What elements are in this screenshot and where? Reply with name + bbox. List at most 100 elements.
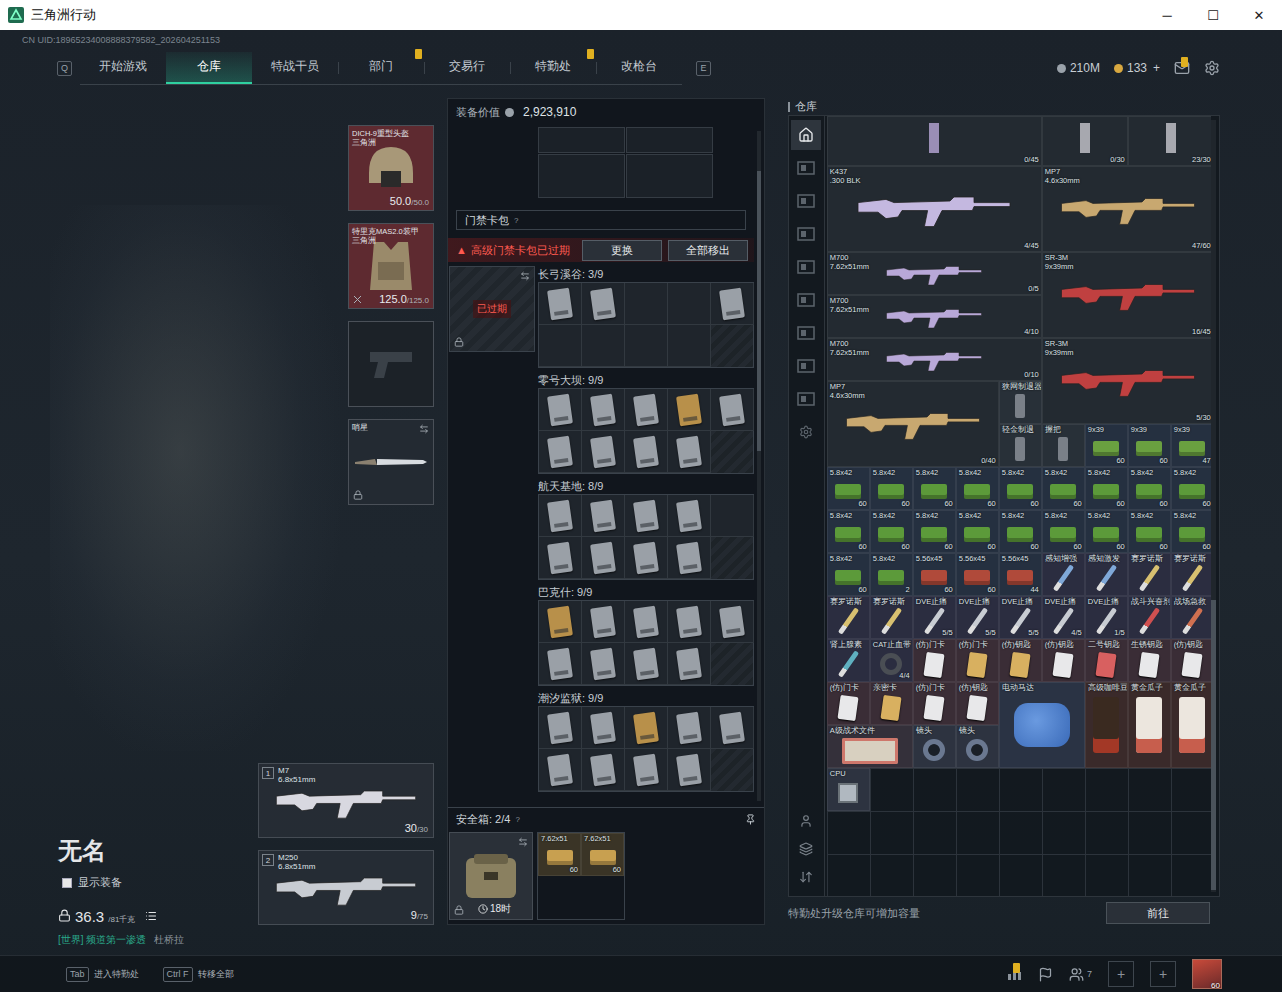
keycard-slot[interactable] (668, 643, 711, 685)
keycard-slot[interactable] (625, 389, 668, 431)
warehouse-item[interactable]: 战场急救 (1171, 596, 1211, 639)
warehouse-tool[interactable] (799, 814, 813, 832)
keycard-slot[interactable] (711, 389, 754, 431)
keycard-slot[interactable] (668, 749, 711, 791)
keycard-slot[interactable] (711, 707, 754, 749)
weapon-item[interactable]: M7007.62x51mm4/10 (827, 295, 1042, 338)
warehouse-tab[interactable] (791, 120, 821, 150)
warehouse-item[interactable]: (仿)门卡 (827, 682, 870, 725)
keycard-slot[interactable] (668, 707, 711, 749)
warehouse-item[interactable]: 黄金瓜子 (1128, 682, 1171, 768)
keycard-slot[interactable] (625, 749, 668, 791)
warehouse-item[interactable]: 轻金制退 (999, 424, 1042, 467)
settings-button[interactable] (1204, 60, 1220, 76)
weapon-item[interactable]: MP74.6x30mm0/40 (827, 381, 999, 467)
stats-button[interactable] (1006, 966, 1022, 982)
warehouse-item[interactable]: 5.56x4560 (913, 553, 956, 596)
warehouse-item[interactable]: 镜头 (913, 725, 956, 768)
nav-tab[interactable]: 交易行 (424, 52, 510, 84)
warehouse-item[interactable]: 5.8x4260 (1042, 510, 1085, 553)
warehouse-item[interactable]: CPU (827, 768, 870, 811)
warehouse-item[interactable]: 5.8x4260 (913, 467, 956, 510)
keycard-slot[interactable] (668, 495, 711, 537)
safe-box[interactable]: 18时 (449, 832, 533, 920)
keycard-case-slot[interactable]: 已过期 (449, 266, 535, 352)
warehouse-item[interactable]: DVE止痛5/5 (913, 596, 956, 639)
key-hint[interactable]: Ctrl F转移全部 (163, 967, 234, 982)
keycard-slot[interactable] (582, 643, 625, 685)
scrollbar[interactable] (757, 131, 761, 801)
weapon-item[interactable]: SR-3M9x39mm16/45 (1042, 252, 1211, 338)
keycard-slot[interactable] (625, 643, 668, 685)
weapon-slot[interactable]: 2M2506.8x51mm9/75 (258, 850, 434, 925)
warehouse-item[interactable]: 5.56x4560 (956, 553, 999, 596)
warehouse-tab[interactable] (791, 153, 821, 183)
warehouse-item[interactable]: 5.8x4260 (870, 467, 913, 510)
keycard-slot[interactable] (539, 495, 582, 537)
nav-tab[interactable]: 部门 (338, 52, 424, 84)
warehouse-item[interactable]: 5.8x4260 (1171, 510, 1211, 553)
nav-tab[interactable]: 开始游戏 (80, 52, 166, 84)
warehouse-item[interactable]: 赛罗诺斯 (870, 596, 913, 639)
action-button[interactable]: 全部移出 (668, 240, 748, 261)
warehouse-tool[interactable] (799, 870, 813, 888)
add-teammate-button[interactable]: + (1150, 961, 1176, 987)
keycard-slot[interactable] (625, 537, 668, 579)
keycard-slot[interactable] (539, 707, 582, 749)
warehouse-item[interactable]: 9x3947 (1171, 424, 1211, 467)
warehouse-item[interactable]: 高级咖啡豆 (1085, 682, 1128, 768)
warehouse-item[interactable]: (仿)门卡 (913, 682, 956, 725)
weapon-item[interactable]: MP74.6x30mm47/60 (1042, 166, 1211, 252)
warehouse-item[interactable]: 23/30 (1128, 116, 1211, 166)
warehouse-item[interactable]: (仿)钥匙 (1042, 639, 1085, 682)
warehouse-item[interactable]: DVE止痛4/5 (1042, 596, 1085, 639)
warehouse-item[interactable]: 5.8x4260 (1171, 467, 1211, 510)
scrollbar[interactable] (1211, 120, 1216, 892)
warehouse-item[interactable]: 5.8x4260 (1128, 510, 1171, 553)
safe-item[interactable]: 7.62x5160 (581, 833, 624, 876)
melee-slot[interactable]: 哨星 (348, 419, 434, 505)
weapon-item[interactable]: M7007.62x51mm0/10 (827, 338, 1042, 381)
keycard-slot[interactable] (582, 325, 625, 367)
warehouse-item[interactable]: 握把 (1042, 424, 1085, 467)
pistol-slot[interactable] (348, 321, 434, 407)
warehouse-item[interactable]: 二号钥匙 (1085, 639, 1128, 682)
nav-tab[interactable]: 仓库 (166, 52, 252, 84)
nav-tab[interactable]: 特战干员 (252, 52, 338, 84)
keycard-slot[interactable] (625, 495, 668, 537)
keycard-slot[interactable] (582, 431, 625, 473)
add-coupons-button[interactable]: + (1153, 61, 1160, 75)
warehouse-item[interactable]: 5.56x4544 (999, 553, 1042, 596)
warehouse-item[interactable]: 5.8x4260 (913, 510, 956, 553)
keycard-slot[interactable] (668, 283, 711, 325)
keycard-slot[interactable] (625, 431, 668, 473)
warehouse-item[interactable]: 0/45 (827, 116, 1042, 166)
window-control-button[interactable]: ─ (1144, 0, 1190, 30)
action-button[interactable]: 更换 (582, 240, 662, 261)
warehouse-item[interactable]: 生锈钥匙 (1128, 639, 1171, 682)
keycard-slot[interactable] (539, 283, 582, 325)
mail-button[interactable] (1174, 60, 1190, 76)
weapon-item[interactable]: SR-3M9x39mm5/30 (1042, 338, 1211, 424)
keycard-slot[interactable] (539, 431, 582, 473)
warehouse-item[interactable]: 亲密卡 (870, 682, 913, 725)
warehouse-item[interactable]: 5.8x4260 (1085, 467, 1128, 510)
warehouse-item[interactable]: 5.8x4260 (999, 467, 1042, 510)
warehouse-tool[interactable] (799, 842, 813, 860)
warehouse-item[interactable]: 0/30 (1042, 116, 1128, 166)
warehouse-item[interactable]: 战斗兴奋剂 (1128, 596, 1171, 639)
warehouse-item[interactable]: 9x3960 (1128, 424, 1171, 467)
keycard-slot[interactable] (582, 283, 625, 325)
warehouse-item[interactable]: 电动马达 (999, 682, 1085, 768)
warehouse-item[interactable]: 黄金瓜子 (1171, 682, 1211, 768)
keycard-slot[interactable] (582, 537, 625, 579)
keycard-slot[interactable] (539, 389, 582, 431)
keycard-slot[interactable] (539, 749, 582, 791)
keycard-slot[interactable] (582, 495, 625, 537)
warehouse-tab[interactable] (791, 186, 821, 216)
flag-button[interactable] (1038, 967, 1053, 982)
warehouse-item[interactable]: 肾上腺素 (827, 639, 870, 682)
keycard-slot[interactable] (711, 601, 754, 643)
warehouse-tab[interactable] (791, 417, 821, 447)
warehouse-item[interactable]: 5.8x4260 (956, 510, 999, 553)
